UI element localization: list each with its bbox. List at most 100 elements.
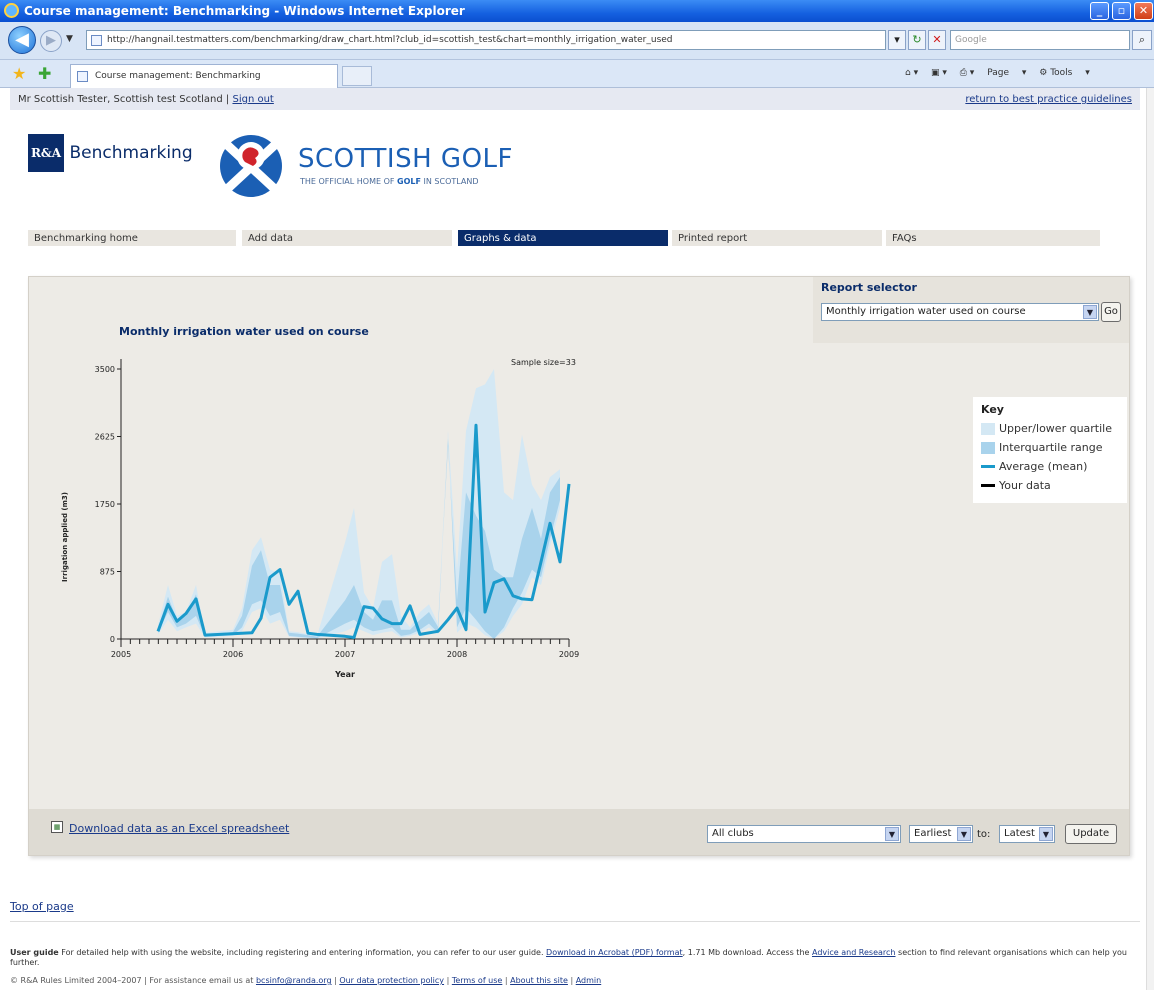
go-button[interactable]: Go [1101, 302, 1121, 322]
forward-button[interactable]: ▶ [40, 30, 62, 52]
nav-faqs[interactable]: FAQs [886, 230, 1100, 246]
tools-menu[interactable]: ⚙ Tools ▾ [1039, 68, 1090, 78]
tools-menu-label: Tools [1050, 68, 1073, 78]
legend-item-outer: Upper/lower quartile [981, 422, 1119, 441]
search-input[interactable]: Google [950, 30, 1130, 50]
email-link[interactable]: bcsinfo@randa.org [256, 976, 332, 985]
scottish-golf-emblem-icon [220, 135, 282, 197]
copyright-text: © R&A Rules Limited 2004–2007 | For assi… [10, 976, 256, 985]
minimize-button[interactable]: _ [1090, 2, 1109, 20]
window-titlebar: Course management: Benchmarking - Window… [0, 0, 1154, 22]
chevron-down-icon: ▼ [885, 827, 899, 841]
x-tick-label: 2006 [223, 650, 243, 659]
user-bar: Mr Scottish Tester, Scottish test Scotla… [10, 88, 1140, 110]
vertical-scrollbar[interactable] [1146, 88, 1154, 990]
tab-title: Course management: Benchmarking [95, 71, 261, 81]
nav-benchmarking-home[interactable]: Benchmarking home [28, 230, 236, 246]
scottish-golf-title: SCOTTISH GOLF [298, 144, 513, 174]
nav-graphs-data[interactable]: Graphs & data [458, 230, 668, 246]
admin-link[interactable]: Admin [576, 976, 602, 985]
legend-item-yours: Your data [981, 479, 1119, 498]
legend-label: Average (mean) [999, 460, 1088, 473]
report-selector-label: Report selector [821, 281, 917, 294]
footer-divider [10, 921, 1140, 922]
update-button[interactable]: Update [1065, 824, 1117, 844]
nav-add-data[interactable]: Add data [242, 230, 452, 246]
nav-printed-report[interactable]: Printed report [672, 230, 882, 246]
close-button[interactable]: ✕ [1134, 2, 1153, 20]
y-tick-label: 1750 [95, 500, 115, 509]
x-tick-label: 2005 [111, 650, 131, 659]
sign-out-link[interactable]: Sign out [232, 94, 273, 105]
user-guide-body: For detailed help with using the website… [58, 948, 547, 957]
favorites-star-icon[interactable]: ★ [12, 64, 26, 83]
legend-swatch [981, 483, 995, 487]
return-guidelines-link[interactable]: return to best practice guidelines [965, 94, 1132, 105]
address-dropdown-icon[interactable]: ▾ [888, 30, 906, 50]
to-select[interactable]: Latest ▼ [999, 825, 1055, 843]
ra-benchmarking-logo[interactable]: R&A Benchmarking [28, 134, 193, 174]
user-guide-size: , 1.71 Mb download. Access the [682, 948, 812, 957]
address-text: http://hangnail.testmatters.com/benchmar… [107, 35, 673, 45]
legend-label: Interquartile range [999, 441, 1103, 454]
about-link[interactable]: About this site [510, 976, 568, 985]
report-selector: Report selector Monthly irrigation water… [813, 277, 1129, 343]
maximize-button[interactable]: ▫ [1112, 2, 1131, 20]
sg-sub-golf: GOLF [397, 177, 421, 186]
from-select[interactable]: Earliest ▼ [909, 825, 973, 843]
report-select[interactable]: Monthly irrigation water used on course … [821, 303, 1099, 321]
feeds-icon[interactable]: ▣ ▾ [931, 68, 947, 78]
user-separator: | [225, 94, 230, 105]
legend-label: Upper/lower quartile [999, 422, 1112, 435]
y-tick-label: 0 [110, 635, 115, 644]
address-input[interactable]: http://hangnail.testmatters.com/benchmar… [86, 30, 886, 50]
stop-icon[interactable]: ✕ [928, 30, 946, 50]
chart-legend: Key Upper/lower quartile Interquartile r… [973, 397, 1127, 503]
tab-bar: ★ ✚ Course management: Benchmarking ⌂ ▾ … [0, 60, 1154, 88]
copyright-line: © R&A Rules Limited 2004–2007 | For assi… [10, 976, 602, 985]
history-dropdown-icon[interactable]: ▼ [66, 34, 73, 44]
to-value: Latest [1004, 828, 1035, 839]
legend-swatch [981, 442, 995, 454]
user-guide-heading: User guide [10, 948, 59, 957]
add-favorite-icon[interactable]: ✚ [38, 64, 51, 83]
download-excel-link[interactable]: Download data as an Excel spreadsheet [69, 822, 289, 835]
y-tick-label: 3500 [95, 365, 115, 374]
page-menu[interactable]: Page ▾ [987, 68, 1026, 78]
home-icon[interactable]: ⌂ ▾ [905, 68, 918, 78]
search-icon[interactable]: ⌕ [1132, 30, 1152, 50]
legend-swatch [981, 423, 995, 435]
x-tick-label: 2008 [447, 650, 467, 659]
user-guide-text: User guide For detailed help with using … [10, 948, 1140, 968]
terms-link[interactable]: Terms of use [452, 976, 503, 985]
download-pdf-link[interactable]: Download in Acrobat (PDF) format [546, 948, 683, 957]
to-label: to: [977, 829, 991, 840]
tab-current[interactable]: Course management: Benchmarking [70, 64, 338, 88]
top-of-page-link[interactable]: Top of page [10, 900, 74, 913]
tab-page-icon [77, 71, 88, 82]
legend-swatch [981, 464, 995, 468]
chevron-down-icon: ▼ [957, 827, 971, 841]
chevron-down-icon: ▼ [1039, 827, 1053, 841]
refresh-icon[interactable]: ↻ [908, 30, 926, 50]
y-tick-label: 2625 [95, 433, 115, 442]
legend-label: Your data [999, 479, 1051, 492]
x-tick-label: 2009 [559, 650, 579, 659]
legend-title: Key [981, 403, 1004, 416]
back-button[interactable]: ◀ [8, 26, 36, 54]
sg-sub-pre: THE OFFICIAL HOME OF [300, 177, 398, 186]
from-value: Earliest [914, 828, 952, 839]
data-protection-link[interactable]: Our data protection policy [339, 976, 444, 985]
club-scope-select[interactable]: All clubs ▼ [707, 825, 901, 843]
x-tick-label: 2007 [335, 650, 355, 659]
chart-canvas: Sample size=33 Irrigation applied (m3) Y… [61, 358, 579, 679]
new-tab-button[interactable] [342, 66, 372, 86]
chevron-down-icon: ▼ [1083, 305, 1097, 319]
print-icon[interactable]: ⎙ ▾ [960, 68, 975, 78]
advice-research-link[interactable]: Advice and Research [812, 948, 896, 957]
legend-item-iqr: Interquartile range [981, 441, 1119, 460]
page-content: Mr Scottish Tester, Scottish test Scotla… [0, 88, 1154, 990]
club-scope-value: All clubs [712, 828, 754, 839]
command-bar: ⌂ ▾ ▣ ▾ ⎙ ▾ Page ▾ ⚙ Tools ▾ [905, 68, 1100, 78]
address-bar-row: ◀ ▶ ▼ http://hangnail.testmatters.com/be… [0, 22, 1154, 60]
